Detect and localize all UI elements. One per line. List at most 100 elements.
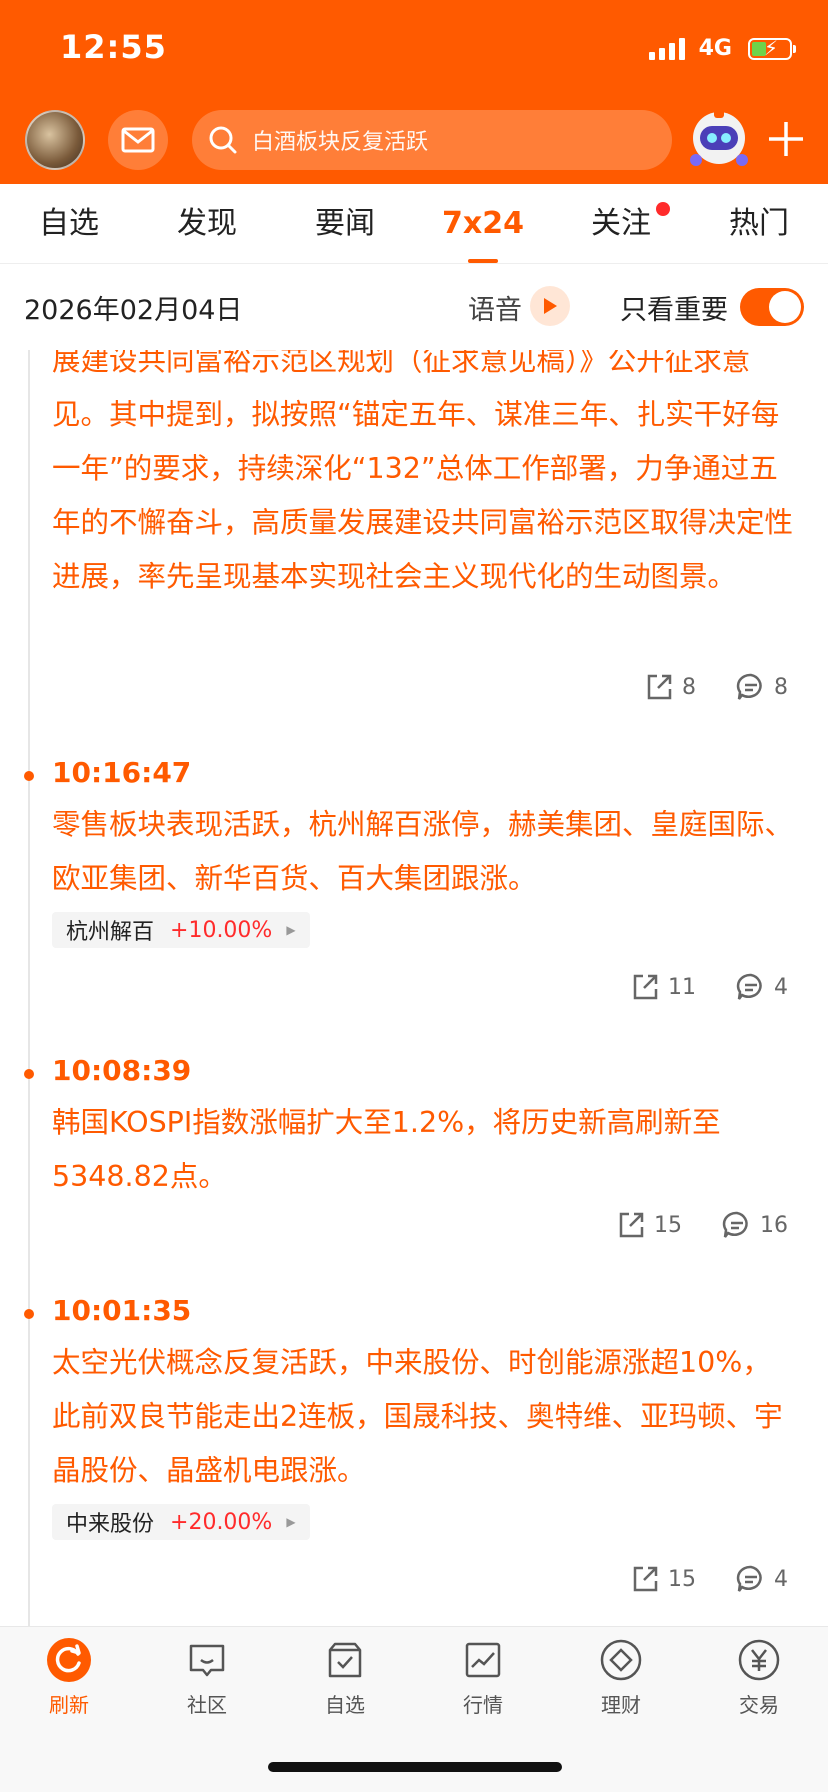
comment-icon xyxy=(736,1565,762,1592)
tab-discover[interactable]: 发现 xyxy=(138,184,276,263)
comment-count: 16 xyxy=(760,1212,788,1238)
comment-icon xyxy=(722,1211,748,1238)
caret-right-icon: ▶ xyxy=(286,923,296,937)
app-header: 12:55 4G ⚡ 白酒板块反复活跃 xyxy=(0,0,828,184)
comment-count: 4 xyxy=(774,974,788,1000)
tab-label: 7x24 xyxy=(442,206,524,241)
nav-market[interactable]: 行情 xyxy=(414,1637,552,1718)
network-type: 4G xyxy=(698,36,732,61)
comment-button[interactable]: 4 xyxy=(736,972,788,1002)
share-count: 15 xyxy=(654,1212,682,1238)
comment-button[interactable]: 8 xyxy=(736,672,788,702)
news-actions: 11 4 xyxy=(590,972,788,1002)
only-important-label: 只看重要 xyxy=(620,295,728,326)
tab-following[interactable]: 关注 xyxy=(552,184,690,263)
comment-button[interactable]: 16 xyxy=(722,1210,788,1240)
tab-watchlist[interactable]: 自选 xyxy=(0,184,138,263)
share-count: 11 xyxy=(668,974,696,1000)
status-time: 12:55 xyxy=(60,28,167,66)
status-indicators: 4G ⚡ xyxy=(648,36,796,61)
avatar[interactable] xyxy=(25,110,85,170)
news-actions: 8 8 xyxy=(604,672,788,702)
stock-tag[interactable]: 中来股份 +20.00% ▶ xyxy=(52,1504,310,1540)
tab-label: 关注 xyxy=(591,206,651,241)
timeline-dot xyxy=(24,771,34,781)
comment-icon xyxy=(736,973,762,1000)
tab-hot[interactable]: 热门 xyxy=(690,184,828,263)
message-button[interactable] xyxy=(108,110,168,170)
nav-label: 刷新 xyxy=(49,1693,89,1717)
play-icon xyxy=(544,298,557,314)
comment-icon xyxy=(736,673,762,700)
timeline-line xyxy=(28,350,30,1626)
stock-name: 中来股份 xyxy=(66,1512,155,1537)
category-tabs: 自选 发现 要闻 7x24 关注 热门 xyxy=(0,184,828,264)
tab-7x24[interactable]: 7x24 xyxy=(414,184,552,263)
watchlist-icon xyxy=(322,1637,368,1683)
nav-label: 理财 xyxy=(601,1693,641,1717)
share-icon xyxy=(633,974,658,1000)
tab-label: 要闻 xyxy=(315,206,375,241)
share-icon xyxy=(619,1212,644,1238)
ai-assistant-robot-icon[interactable] xyxy=(684,104,754,174)
search-placeholder: 白酒板块反复活跃 xyxy=(252,130,429,155)
share-icon xyxy=(633,1566,658,1592)
battery-icon: ⚡ xyxy=(748,37,796,60)
news-actions: 15 4 xyxy=(590,1564,788,1594)
only-important-toggle[interactable] xyxy=(740,288,804,326)
nav-label: 自选 xyxy=(325,1693,365,1717)
voice-play-button[interactable] xyxy=(530,286,570,326)
feed-date: 2026年02月04日 xyxy=(24,295,243,326)
comment-count: 4 xyxy=(774,1566,788,1592)
news-content: 太空光伏概念反复活跃，中来股份、时创能源涨超10%，此前双良节能走出2连板，国晟… xyxy=(52,1346,783,1487)
stock-name: 杭州解百 xyxy=(66,920,155,945)
signal-icon xyxy=(648,37,685,60)
date-bar: 2026年02月04日 语音 只看重要 xyxy=(0,264,828,350)
comment-button[interactable]: 4 xyxy=(736,1564,788,1594)
refresh-icon xyxy=(46,1637,92,1683)
stock-tag[interactable]: 杭州解百 +10.00% ▶ xyxy=(52,912,310,948)
nav-label: 社区 xyxy=(187,1693,227,1717)
tab-label: 发现 xyxy=(177,206,237,241)
news-actions: 15 16 xyxy=(576,1210,788,1240)
news-content: 韩国KOSPI指数涨幅扩大至1.2%，将历史新高刷新至5348.82点。 xyxy=(52,1106,721,1193)
share-button[interactable]: 15 xyxy=(630,1564,696,1594)
news-time: 10:08:39 xyxy=(52,1054,192,1087)
nav-wealth[interactable]: 理财 xyxy=(552,1637,690,1718)
wealth-icon xyxy=(598,1637,644,1683)
tab-news[interactable]: 要闻 xyxy=(276,184,414,263)
nav-refresh[interactable]: 刷新 xyxy=(0,1637,138,1718)
share-count: 15 xyxy=(668,1566,696,1592)
timeline-dot xyxy=(24,1309,34,1319)
home-indicator xyxy=(268,1762,562,1772)
tab-label: 自选 xyxy=(39,206,99,241)
tab-label: 热门 xyxy=(729,206,789,241)
market-chart-icon xyxy=(460,1637,506,1683)
share-button[interactable]: 11 xyxy=(630,972,696,1002)
news-content: 零售板块表现活跃，杭州解百涨停，赫美集团、皇庭国际、欧亚集团、新华百货、百大集团… xyxy=(52,808,794,895)
comment-count: 8 xyxy=(774,674,788,700)
community-icon xyxy=(184,1637,230,1683)
nav-label: 行情 xyxy=(463,1693,503,1717)
caret-right-icon: ▶ xyxy=(286,1515,296,1529)
nav-community[interactable]: 社区 xyxy=(138,1637,276,1718)
stock-change: +20.00% xyxy=(170,1509,273,1535)
share-button[interactable]: 15 xyxy=(616,1210,682,1240)
search-input[interactable]: 白酒板块反复活跃 xyxy=(192,110,672,170)
plus-icon xyxy=(769,122,803,156)
share-button[interactable]: 8 xyxy=(644,672,696,702)
news-time: 10:01:35 xyxy=(52,1294,192,1327)
toggle-knob xyxy=(769,291,801,323)
yen-trade-icon xyxy=(736,1637,782,1683)
news-feed[interactable]: 展建设共同富裕示范区规划（征求意见稿）》公开征求意见。其中提到，拟按照“锚定五年… xyxy=(0,350,828,1626)
nav-trade[interactable]: 交易 xyxy=(690,1637,828,1718)
share-icon xyxy=(647,674,672,700)
search-icon xyxy=(209,126,237,154)
news-content: 展建设共同富裕示范区规划（征求意见稿）》公开征求意见。其中提到，拟按照“锚定五年… xyxy=(52,350,794,593)
mail-icon xyxy=(121,127,155,153)
timeline-dot xyxy=(24,1069,34,1079)
notification-dot xyxy=(656,202,670,216)
nav-watchlist[interactable]: 自选 xyxy=(276,1637,414,1718)
add-button[interactable] xyxy=(764,114,808,164)
share-count: 8 xyxy=(682,674,696,700)
